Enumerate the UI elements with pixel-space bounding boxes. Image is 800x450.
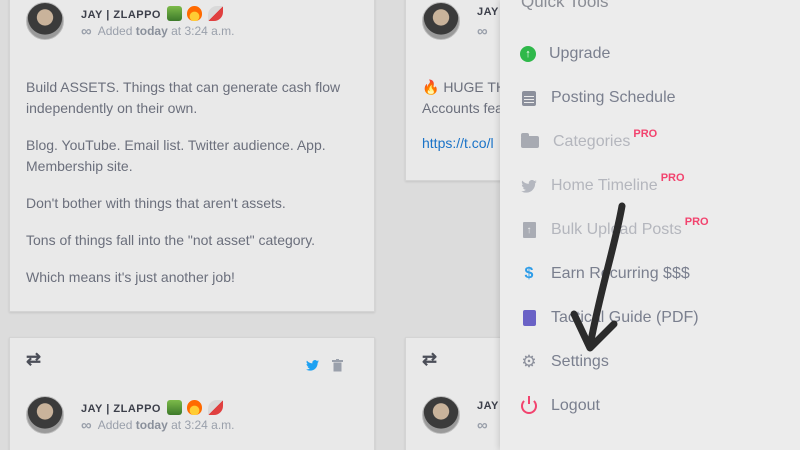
post-meta: ∞ — [477, 417, 494, 434]
menu-item-logout[interactable]: Logout — [520, 391, 790, 421]
upgrade-icon: ↑ — [520, 46, 536, 62]
menu-item-label: Categories — [553, 133, 631, 150]
post-body: Build ASSETS. Things that can generate c… — [26, 77, 366, 304]
avatar — [422, 2, 460, 40]
rocket-emoji — [207, 400, 223, 415]
pro-badge: PRO — [660, 172, 685, 184]
post-card: ⇄ JAY | ZLAPPO ∞ Added today at 3:24 a.m. — [9, 337, 375, 450]
post-paragraph: Blog. YouTube. Email list. Twitter audie… — [26, 137, 326, 174]
money-emoji — [166, 6, 182, 21]
folder-icon — [520, 133, 540, 151]
twitter-icon[interactable] — [306, 360, 319, 374]
fire-emoji — [187, 6, 203, 21]
post-card: JAY | ZLAPPO ∞ Added today at 3:24 a.m. B… — [9, 0, 375, 312]
calendar-icon — [520, 89, 538, 107]
menu-item-categories[interactable]: Categories PRO — [520, 127, 790, 157]
menu-title: Quick Tools — [521, 0, 609, 11]
post-author: JAY — [477, 6, 499, 18]
book-icon — [520, 309, 538, 327]
trash-icon[interactable] — [332, 359, 343, 375]
post-paragraph: Build ASSETS. Things that can generate c… — [26, 79, 341, 116]
menu-item-label: Posting Schedule — [551, 89, 676, 106]
avatar — [422, 396, 460, 434]
menu-item-label: Upgrade — [549, 45, 611, 62]
post-author: JAY | ZLAPPO — [81, 6, 223, 21]
fire-emoji — [187, 400, 203, 415]
post-author: JAY | ZLAPPO — [81, 400, 223, 415]
menu-item-label: Home Timeline — [551, 177, 658, 194]
menu-item-label: Logout — [551, 397, 600, 414]
post-text: 🔥 HUGE TH Accounts fea https://t.co/l — [422, 77, 506, 154]
post-paragraph: Don't bother with things that aren't ass… — [26, 195, 286, 211]
post-meta: ∞ Added today at 3:24 a.m. — [81, 23, 235, 40]
annotation-arrow — [570, 202, 626, 352]
power-icon — [520, 396, 538, 415]
post-paragraph: Tons of things fall into the "not asset"… — [26, 232, 316, 248]
post-meta: ∞ Added today at 3:24 a.m. — [81, 417, 235, 434]
menu-item-upgrade[interactable]: ↑ Upgrade — [520, 39, 790, 69]
infinity-icon: ∞ — [81, 23, 92, 40]
money-emoji — [166, 400, 182, 415]
infinity-icon: ∞ — [477, 417, 488, 434]
post-meta: ∞ — [477, 23, 494, 40]
twitter-icon — [520, 177, 538, 195]
gear-icon: ⚙ — [521, 352, 537, 371]
hand-dollar-icon: $ — [524, 265, 534, 282]
post-paragraph: Which means it's just another job! — [26, 269, 235, 285]
infinity-icon: ∞ — [81, 417, 92, 434]
retweet-icon[interactable]: ⇄ — [422, 349, 437, 370]
avatar — [26, 396, 64, 434]
pro-badge: PRO — [633, 128, 658, 140]
avatar — [26, 2, 64, 40]
post-author: JAY — [477, 400, 499, 412]
retweet-icon[interactable]: ⇄ — [26, 349, 41, 370]
infinity-icon: ∞ — [477, 23, 488, 40]
rocket-emoji — [207, 6, 223, 21]
menu-item-posting-schedule[interactable]: Posting Schedule — [520, 83, 790, 113]
post-link[interactable]: https://t.co/l — [422, 133, 506, 154]
quick-tools-menu: Quick Tools ↑ Upgrade Posting Schedule C… — [500, 0, 800, 450]
pro-badge: PRO — [684, 216, 709, 228]
upload-file-icon: ↑ — [520, 221, 538, 239]
